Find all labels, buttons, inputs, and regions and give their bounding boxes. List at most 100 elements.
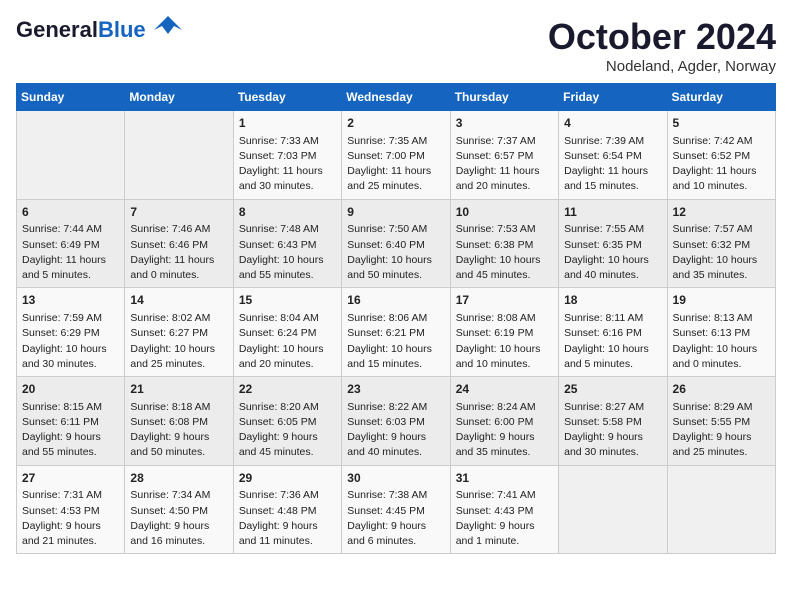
day-info: Sunrise: 7:42 AMSunset: 6:52 PMDaylight:… <box>673 134 770 195</box>
day-info: Sunrise: 8:24 AMSunset: 6:00 PMDaylight:… <box>456 400 553 461</box>
title-block: October 2024 Nodeland, Agder, Norway <box>548 16 776 75</box>
day-number: 30 <box>347 470 444 487</box>
day-info: Sunrise: 8:06 AMSunset: 6:21 PMDaylight:… <box>347 311 444 372</box>
day-info: Sunrise: 8:13 AMSunset: 6:13 PMDaylight:… <box>673 311 770 372</box>
day-header-friday: Friday <box>559 84 667 111</box>
calendar-cell: 18 Sunrise: 8:11 AMSunset: 6:16 PMDayligh… <box>559 288 667 377</box>
calendar-cell: 17 Sunrise: 8:08 AMSunset: 6:19 PMDayligh… <box>450 288 558 377</box>
day-info: Sunrise: 8:08 AMSunset: 6:19 PMDaylight:… <box>456 311 553 372</box>
calendar-cell: 11Sunrise: 7:55 AMSunset: 6:35 PMDayligh… <box>559 199 667 288</box>
day-number: 23 <box>347 381 444 398</box>
day-number: 25 <box>564 381 661 398</box>
calendar-cell: 21Sunrise: 8:18 AMSunset: 6:08 PMDayligh… <box>125 377 233 466</box>
calendar-cell: 22 Sunrise: 8:20 AMSunset: 6:05 PMDayligh… <box>233 377 341 466</box>
day-info: Sunrise: 7:35 AMSunset: 7:00 PMDaylight:… <box>347 134 444 195</box>
logo-text: GeneralBlue <box>16 17 146 42</box>
calendar-cell <box>667 465 775 554</box>
day-info: Sunrise: 8:20 AMSunset: 6:05 PMDaylight:… <box>239 400 336 461</box>
day-number: 2 <box>347 115 444 132</box>
day-info: Sunrise: 7:59 AMSunset: 6:29 PMDaylight:… <box>22 311 119 372</box>
day-info: Sunrise: 7:37 AMSunset: 6:57 PMDaylight:… <box>456 134 553 195</box>
day-info: Sunrise: 7:46 AMSunset: 6:46 PMDaylight:… <box>130 222 227 283</box>
day-number: 14 <box>130 292 227 309</box>
calendar-cell: 20 Sunrise: 8:15 AMSunset: 6:11 PMDayligh… <box>17 377 125 466</box>
calendar-cell: 12Sunrise: 7:57 AMSunset: 6:32 PMDayligh… <box>667 199 775 288</box>
calendar-cell: 28Sunrise: 7:34 AMSunset: 4:50 PMDayligh… <box>125 465 233 554</box>
day-number: 8 <box>239 204 336 221</box>
day-info: Sunrise: 7:41 AMSunset: 4:43 PMDaylight:… <box>456 488 553 549</box>
day-number: 4 <box>564 115 661 132</box>
day-number: 19 <box>673 292 770 309</box>
day-number: 24 <box>456 381 553 398</box>
calendar-cell: 23 Sunrise: 8:22 AMSunset: 6:03 PMDayligh… <box>342 377 450 466</box>
day-header-wednesday: Wednesday <box>342 84 450 111</box>
day-number: 28 <box>130 470 227 487</box>
calendar-cell: 29Sunrise: 7:36 AMSunset: 4:48 PMDayligh… <box>233 465 341 554</box>
calendar-cell: 5Sunrise: 7:42 AMSunset: 6:52 PMDaylight… <box>667 111 775 200</box>
day-info: Sunrise: 7:44 AMSunset: 6:49 PMDaylight:… <box>22 222 119 283</box>
day-info: Sunrise: 8:15 AMSunset: 6:11 PMDaylight:… <box>22 400 119 461</box>
day-number: 27 <box>22 470 119 487</box>
calendar-cell: 24 Sunrise: 8:24 AMSunset: 6:00 PMDayligh… <box>450 377 558 466</box>
calendar-week-4: 20 Sunrise: 8:15 AMSunset: 6:11 PMDayligh… <box>17 377 776 466</box>
calendar-cell: 31Sunrise: 7:41 AMSunset: 4:43 PMDayligh… <box>450 465 558 554</box>
day-number: 10 <box>456 204 553 221</box>
day-number: 7 <box>130 204 227 221</box>
day-info: Sunrise: 7:34 AMSunset: 4:50 PMDaylight:… <box>130 488 227 549</box>
day-number: 20 <box>22 381 119 398</box>
day-number: 26 <box>673 381 770 398</box>
month-title: October 2024 <box>548 16 776 58</box>
calendar-cell: 1 Sunrise: 7:33 AMSunset: 7:03 PMDaylight… <box>233 111 341 200</box>
calendar-body: 1 Sunrise: 7:33 AMSunset: 7:03 PMDaylight… <box>17 111 776 554</box>
day-info: Sunrise: 7:55 AMSunset: 6:35 PMDaylight:… <box>564 222 661 283</box>
day-number: 1 <box>239 115 336 132</box>
day-info: Sunrise: 7:36 AMSunset: 4:48 PMDaylight:… <box>239 488 336 549</box>
day-number: 9 <box>347 204 444 221</box>
day-number: 31 <box>456 470 553 487</box>
day-number: 3 <box>456 115 553 132</box>
day-header-thursday: Thursday <box>450 84 558 111</box>
logo: GeneralBlue <box>16 16 182 45</box>
day-info: Sunrise: 7:48 AMSunset: 6:43 PMDaylight:… <box>239 222 336 283</box>
calendar-cell: 25Sunrise: 8:27 AMSunset: 5:58 PMDayligh… <box>559 377 667 466</box>
day-info: Sunrise: 8:02 AMSunset: 6:27 PMDaylight:… <box>130 311 227 372</box>
calendar-cell <box>17 111 125 200</box>
calendar-cell: 16Sunrise: 8:06 AMSunset: 6:21 PMDayligh… <box>342 288 450 377</box>
day-number: 21 <box>130 381 227 398</box>
calendar-cell <box>559 465 667 554</box>
calendar-cell: 15Sunrise: 8:04 AMSunset: 6:24 PMDayligh… <box>233 288 341 377</box>
day-info: Sunrise: 7:33 AMSunset: 7:03 PMDaylight:… <box>239 134 336 195</box>
day-header-sunday: Sunday <box>17 84 125 111</box>
calendar-cell: 2 Sunrise: 7:35 AMSunset: 7:00 PMDaylight… <box>342 111 450 200</box>
calendar-cell: 8Sunrise: 7:48 AMSunset: 6:43 PMDaylight… <box>233 199 341 288</box>
day-number: 13 <box>22 292 119 309</box>
calendar-cell: 26Sunrise: 8:29 AMSunset: 5:55 PMDayligh… <box>667 377 775 466</box>
calendar-cell: 30Sunrise: 7:38 AMSunset: 4:45 PMDayligh… <box>342 465 450 554</box>
calendar-cell: 14 Sunrise: 8:02 AMSunset: 6:27 PMDayligh… <box>125 288 233 377</box>
logo-bird-icon <box>154 12 182 40</box>
calendar-header: SundayMondayTuesdayWednesdayThursdayFrid… <box>17 84 776 111</box>
calendar-week-3: 13 Sunrise: 7:59 AMSunset: 6:29 PMDayligh… <box>17 288 776 377</box>
day-number: 17 <box>456 292 553 309</box>
day-info: Sunrise: 8:11 AMSunset: 6:16 PMDaylight:… <box>564 311 661 372</box>
day-info: Sunrise: 7:50 AMSunset: 6:40 PMDaylight:… <box>347 222 444 283</box>
day-info: Sunrise: 7:53 AMSunset: 6:38 PMDaylight:… <box>456 222 553 283</box>
day-number: 22 <box>239 381 336 398</box>
day-number: 29 <box>239 470 336 487</box>
day-info: Sunrise: 8:22 AMSunset: 6:03 PMDaylight:… <box>347 400 444 461</box>
day-number: 18 <box>564 292 661 309</box>
calendar-cell: 7Sunrise: 7:46 AMSunset: 6:46 PMDaylight… <box>125 199 233 288</box>
day-info: Sunrise: 7:38 AMSunset: 4:45 PMDaylight:… <box>347 488 444 549</box>
calendar-cell: 19 Sunrise: 8:13 AMSunset: 6:13 PMDayligh… <box>667 288 775 377</box>
calendar-cell: 27Sunrise: 7:31 AMSunset: 4:53 PMDayligh… <box>17 465 125 554</box>
day-info: Sunrise: 8:04 AMSunset: 6:24 PMDaylight:… <box>239 311 336 372</box>
calendar-cell: 3 Sunrise: 7:37 AMSunset: 6:57 PMDaylight… <box>450 111 558 200</box>
day-header-tuesday: Tuesday <box>233 84 341 111</box>
page-header: GeneralBlue October 2024 Nodeland, Agder… <box>16 16 776 75</box>
calendar-cell: 13 Sunrise: 7:59 AMSunset: 6:29 PMDayligh… <box>17 288 125 377</box>
calendar-cell: 4Sunrise: 7:39 AMSunset: 6:54 PMDaylight… <box>559 111 667 200</box>
day-header-monday: Monday <box>125 84 233 111</box>
day-header-saturday: Saturday <box>667 84 775 111</box>
day-info: Sunrise: 7:57 AMSunset: 6:32 PMDaylight:… <box>673 222 770 283</box>
day-number: 12 <box>673 204 770 221</box>
